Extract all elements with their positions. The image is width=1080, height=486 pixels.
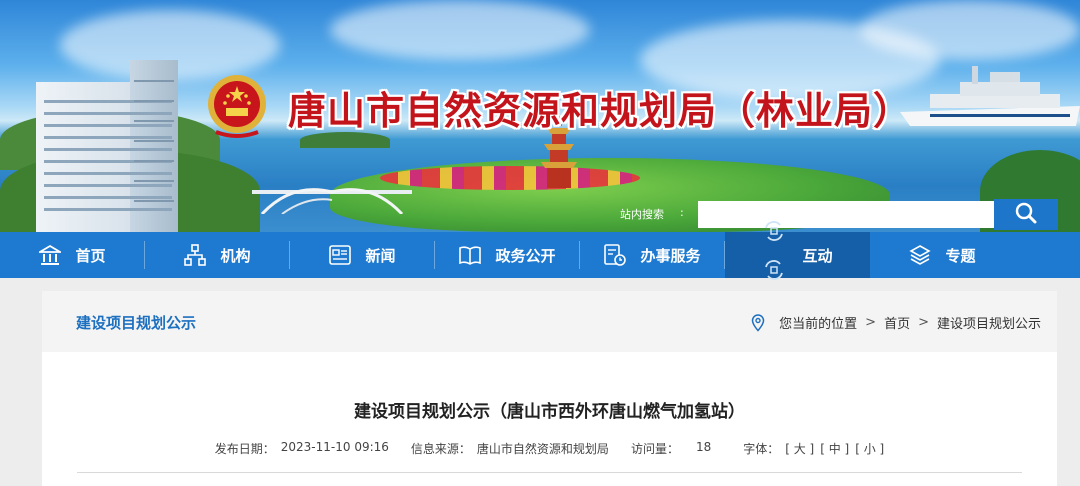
location-pin-icon — [751, 313, 765, 332]
national-emblem-icon — [208, 75, 266, 138]
nav-item-news[interactable]: 新闻 — [290, 232, 435, 278]
home-icon — [39, 244, 62, 265]
search-colon: : — [680, 206, 684, 219]
breadcrumb-bar: 建设项目规划公示 您当前的位置 > 首页 > 建设项目规划公示 — [42, 291, 1057, 352]
search-input[interactable] — [698, 201, 994, 228]
breadcrumb: 您当前的位置 > 首页 > 建设项目规划公示 — [751, 313, 1041, 332]
nav-label: 办事服务 — [640, 246, 701, 265]
nav-item-services[interactable]: 办事服务 — [580, 232, 725, 278]
search-icon — [1015, 202, 1037, 224]
news-icon — [329, 245, 352, 265]
nav-label: 专题 — [945, 246, 976, 265]
arch-bridge — [252, 188, 412, 214]
font-large-button[interactable]: [ 大 ] — [785, 440, 814, 457]
font-small-button[interactable]: [ 小 ] — [855, 440, 884, 457]
layers-icon — [909, 245, 932, 265]
cloud — [330, 0, 590, 60]
nav-item-org[interactable]: 机构 — [145, 232, 290, 278]
views-count: 18 — [695, 440, 712, 454]
font-medium-button[interactable]: [ 中 ] — [820, 440, 849, 457]
ship — [900, 66, 1080, 126]
divider — [77, 472, 1022, 473]
search-button[interactable] — [994, 199, 1058, 230]
nav-label: 政务公开 — [495, 246, 556, 265]
breadcrumb-separator: > — [918, 315, 929, 330]
search-label: 站内搜索 — [620, 208, 664, 221]
org-chart-icon — [184, 244, 207, 266]
nav-item-interaction[interactable]: 互动 — [725, 221, 870, 280]
flower-beds — [380, 166, 640, 190]
interaction-icon — [765, 221, 783, 241]
site-title: 唐山市自然资源和规划局（林业局） — [288, 88, 913, 133]
location-label: 您当前的位置 — [779, 317, 858, 332]
nav-item-home[interactable]: 首页 — [0, 232, 145, 278]
article-panel: 建设项目规划公示（唐山市西外环唐山燃气加氢站） 发布日期： 2023-11-10 … — [42, 352, 1057, 486]
section-title: 建设项目规划公示 — [76, 314, 197, 332]
nav-label: 首页 — [75, 246, 106, 265]
nav-label: 互动 — [802, 246, 833, 265]
article-title: 建设项目规划公示（唐山市西外环唐山燃气加氢站） — [354, 402, 745, 422]
header-banner: 唐山市自然资源和规划局（林业局） 站内搜索 : — [0, 0, 1080, 232]
main-nav: 首页 机构 新闻 政务公开 办事服务 互动 专题 — [0, 221, 1080, 280]
article-meta: 发布日期： 2023-11-10 09:16 信息来源： 唐山市自然资源和规划局 访… — [42, 440, 1057, 457]
source: 唐山市自然资源和规划局 — [476, 442, 609, 456]
breadcrumb-home-link[interactable]: 首页 — [884, 313, 910, 332]
interaction-icon — [765, 260, 783, 280]
service-icon — [604, 244, 627, 266]
breadcrumb-separator: > — [865, 315, 877, 330]
source-label: 信息来源： — [410, 442, 471, 456]
publish-date-label: 发布日期： — [214, 442, 275, 456]
nav-item-gov-affairs[interactable]: 政务公开 — [435, 232, 580, 278]
breadcrumb-current-link[interactable]: 建设项目规划公示 — [937, 313, 1041, 332]
nav-label: 机构 — [220, 246, 251, 265]
cloud — [860, 0, 1080, 60]
publish-date: 2023-11-10 09:16 — [280, 440, 389, 454]
views-label: 访问量： — [630, 442, 679, 456]
book-icon — [459, 246, 482, 265]
office-building — [30, 60, 180, 232]
nav-item-topics[interactable]: 专题 — [870, 232, 1015, 278]
font-size-label: 字体： — [743, 442, 780, 456]
nav-label: 新闻 — [365, 246, 396, 265]
